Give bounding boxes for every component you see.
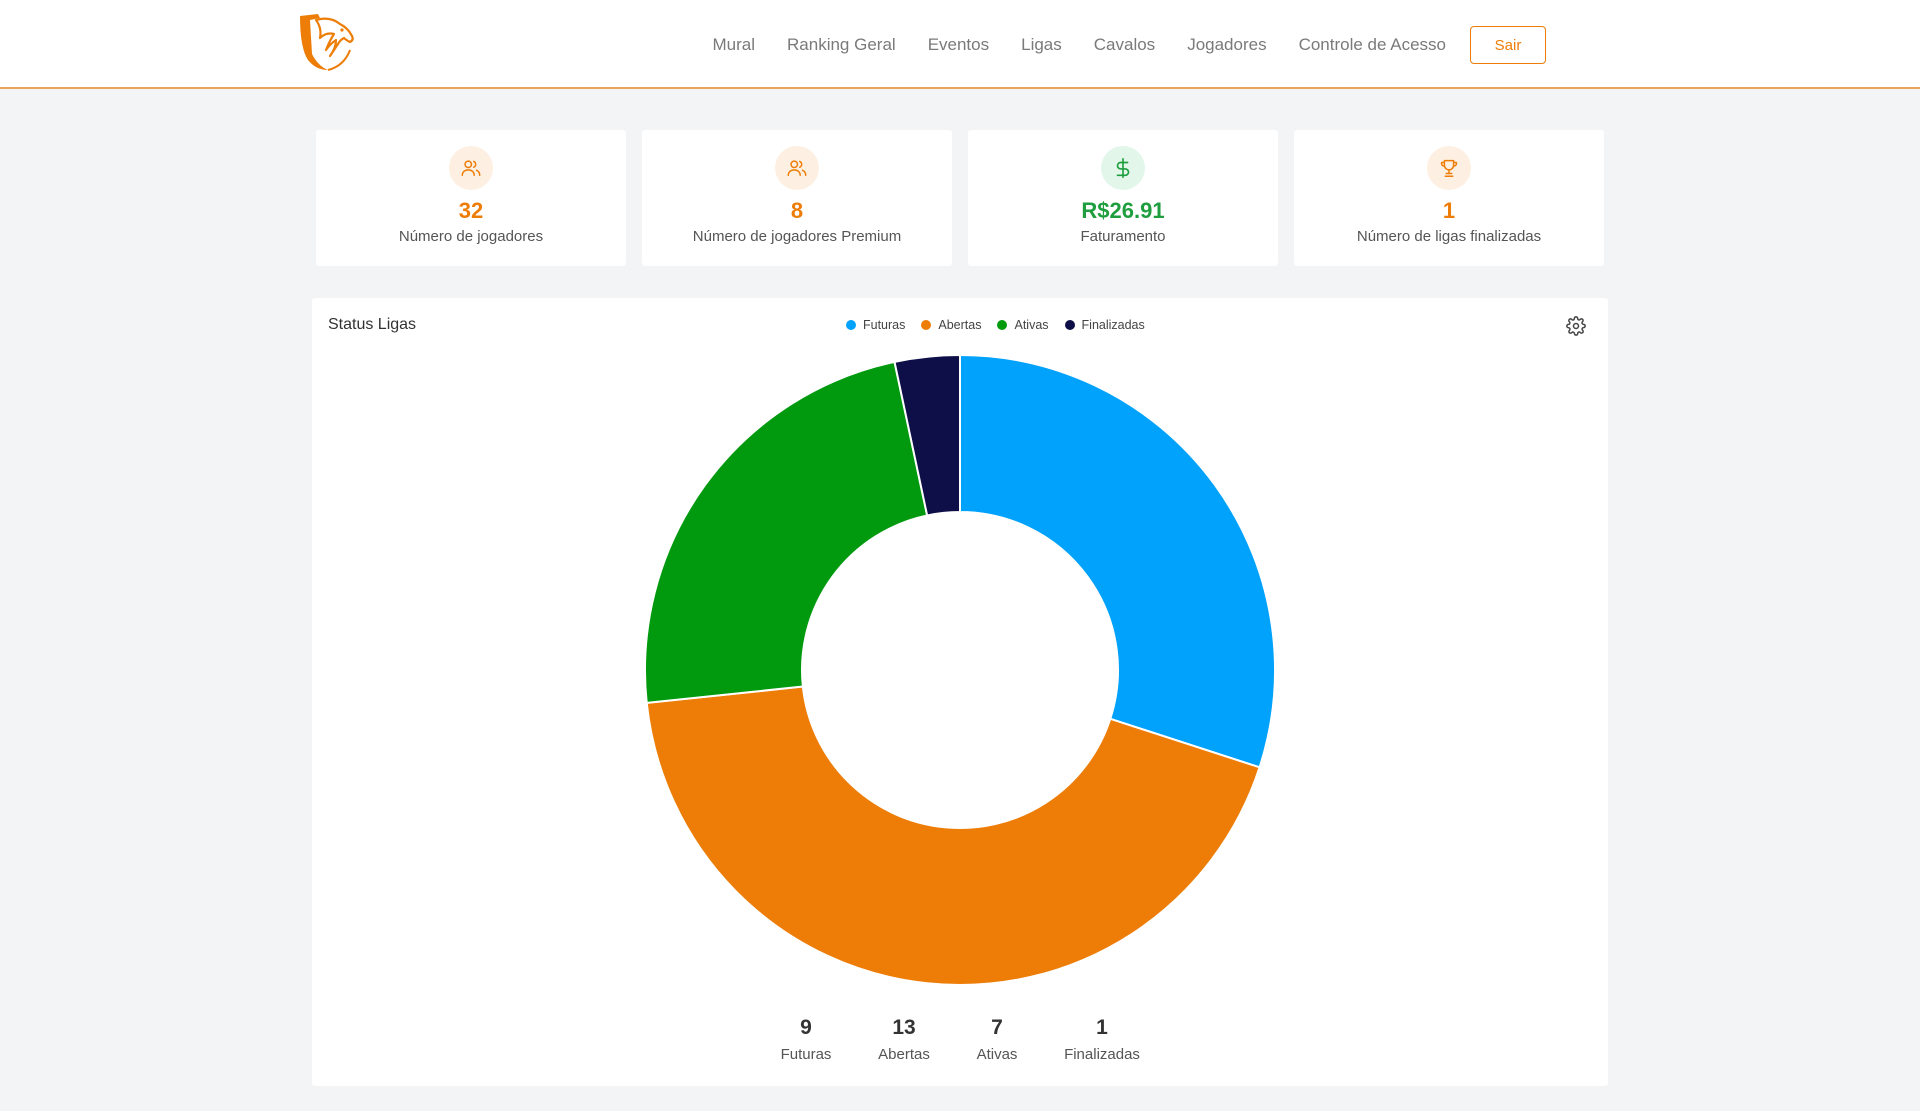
top-navbar: Mural Ranking Geral Eventos Ligas Cavalo…	[0, 0, 1920, 89]
donut-chart	[644, 353, 1276, 986]
summary-ativas: 7 Ativas	[977, 1016, 1018, 1063]
status-ligas-card: Status Ligas Futuras Abertas Ativas Fina…	[312, 298, 1608, 1086]
main-nav: Mural Ranking Geral Eventos Ligas Cavalo…	[713, 26, 1546, 64]
summary-value: 1	[1096, 1016, 1108, 1039]
stat-card-players: 32 Número de jogadores	[316, 130, 626, 266]
logout-button[interactable]: Sair	[1470, 26, 1546, 64]
summary-label: Futuras	[780, 1046, 832, 1063]
donut-slice-futuras[interactable]	[959, 353, 1276, 769]
stat-value: 1	[1442, 198, 1456, 223]
horse-shield-logo-icon[interactable]	[296, 10, 360, 78]
nav-cavalos[interactable]: Cavalos	[1094, 35, 1155, 55]
stat-label: Número de jogadores	[398, 228, 544, 245]
stat-value: R$26.91	[1081, 198, 1165, 223]
nav-mural[interactable]: Mural	[713, 35, 756, 55]
users-icon	[449, 146, 493, 190]
stat-card-revenue: R$26.91 Faturamento	[968, 130, 1278, 266]
stat-card-finished-leagues: 1 Número de ligas finalizadas	[1294, 130, 1604, 266]
summary-label: Finalizadas	[1064, 1046, 1140, 1063]
dollar-icon	[1101, 146, 1145, 190]
summary-label: Ativas	[976, 1046, 1018, 1063]
stat-value: 32	[458, 198, 484, 223]
nav-ranking-geral[interactable]: Ranking Geral	[787, 35, 896, 55]
summary-value: 7	[991, 1016, 1003, 1039]
summary-value: 13	[892, 1016, 916, 1039]
nav-ligas[interactable]: Ligas	[1021, 35, 1062, 55]
nav-controle-de-acesso[interactable]: Controle de Acesso	[1299, 35, 1446, 55]
stat-label: Número de jogadores Premium	[692, 228, 902, 245]
summary-value: 9	[800, 1016, 812, 1039]
summary-label: Abertas	[878, 1046, 930, 1063]
stat-value: 8	[790, 198, 804, 223]
stat-label: Número de ligas finalizadas	[1356, 228, 1542, 245]
stat-label: Faturamento	[1080, 228, 1166, 245]
nav-eventos[interactable]: Eventos	[928, 35, 989, 55]
stat-card-premium-players: 8 Número de jogadores Premium	[642, 130, 952, 266]
summary-futuras: 9 Futuras	[781, 1016, 832, 1063]
summary-finalizadas: 1 Finalizadas	[1064, 1016, 1140, 1063]
summary-abertas: 13 Abertas	[878, 1016, 930, 1063]
donut-slice-ativas[interactable]	[644, 360, 929, 705]
trophy-icon	[1427, 146, 1471, 190]
users-icon	[775, 146, 819, 190]
nav-jogadores[interactable]: Jogadores	[1187, 35, 1266, 55]
